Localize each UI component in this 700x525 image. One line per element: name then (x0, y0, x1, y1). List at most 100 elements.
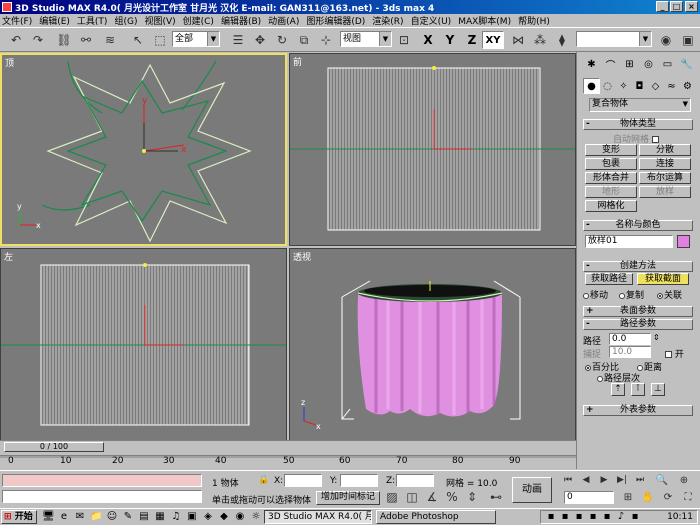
scatter-button[interactable]: 分散 (639, 144, 691, 156)
menu-maxscript[interactable]: MAX脚本(M) (458, 14, 511, 27)
object-color-swatch[interactable] (677, 235, 690, 248)
hierarchy-tab-icon[interactable]: ⊞ (621, 56, 638, 72)
axis-xy-button[interactable]: XY (482, 31, 504, 49)
track-bar[interactable]: 0 10 20 30 40 50 60 70 80 90 (0, 455, 576, 470)
maximize-viewport-icon[interactable]: ⛶ (680, 489, 696, 505)
spinner-icon[interactable]: ⇕ (653, 333, 660, 342)
select-arrow-icon[interactable]: ↖ (128, 30, 148, 50)
instance-radio[interactable]: 关联 (657, 288, 682, 301)
region-select-icon[interactable]: ⬚ (150, 30, 170, 50)
menu-customize[interactable]: 自定义(U) (411, 14, 452, 27)
task-3dsmax[interactable]: 3D Studio MAX R4.0( 月 (264, 510, 372, 524)
mesher-button[interactable]: 网格化 (585, 200, 637, 212)
tray-icon[interactable]: ▪ (573, 511, 585, 523)
arc-rotate-icon[interactable]: ⟳ (660, 489, 676, 505)
pivot-center-icon[interactable]: ⊡ (394, 30, 414, 50)
prev-frame-icon[interactable]: ◀ (578, 473, 594, 487)
menu-create[interactable]: 创建(C) (183, 14, 214, 27)
motion-tab-icon[interactable]: ◎ (640, 56, 657, 72)
calc-icon[interactable]: ▦ (154, 511, 166, 523)
modify-tab-icon[interactable]: ⌒ (602, 56, 619, 72)
object-type-rollout[interactable]: - 物体类型 (583, 119, 693, 130)
pivot-icon[interactable]: ⊹ (316, 30, 336, 50)
viewport-perspective[interactable]: 透视 x z (289, 248, 576, 441)
utilities-tab-icon[interactable]: 🔧 (678, 56, 695, 72)
axis-z-button[interactable]: Z (462, 31, 482, 49)
get-shape-button[interactable]: 获取截面 (637, 273, 689, 285)
menu-modifiers[interactable]: 编辑器(B) (221, 14, 261, 27)
systems-icon[interactable]: ⚙ (679, 78, 696, 94)
bind-spacewarp-icon[interactable]: ≋ (100, 30, 120, 50)
tray-icon[interactable]: ▪ (587, 511, 599, 523)
cameras-icon[interactable]: ◘ (631, 78, 648, 94)
goto-end-icon[interactable]: ⏭ (632, 473, 648, 487)
axis-y-button[interactable]: Y (440, 31, 460, 49)
z-coord-input[interactable] (396, 474, 434, 487)
mail-icon[interactable]: ✉ (74, 511, 86, 523)
distance-radio[interactable]: 距离 (637, 360, 662, 373)
redo-icon[interactable]: ↷ (28, 30, 48, 50)
material-editor-icon[interactable]: ◉ (656, 30, 676, 50)
desktop-icon[interactable]: 🖥 (42, 511, 55, 523)
app-icon[interactable]: ◈ (202, 511, 214, 523)
ie-icon[interactable]: e (58, 511, 70, 523)
undo-icon[interactable]: ↶ (6, 30, 26, 50)
time-slider[interactable]: 0 / 100 (0, 440, 576, 453)
rotate-icon[interactable]: ↻ (272, 30, 292, 50)
viewport-front[interactable]: 前 (289, 53, 576, 246)
menu-graph-editors[interactable]: 图形编辑器(D) (306, 14, 365, 27)
scale-icon[interactable]: ⧉ (294, 30, 314, 50)
next-shape-icon[interactable]: ⊥ (651, 383, 665, 396)
tray-icon[interactable]: ▪ (559, 511, 571, 523)
spacewarps-icon[interactable]: ≈ (663, 78, 680, 94)
render-icon[interactable]: ▣ (678, 30, 698, 50)
current-frame-input[interactable]: 0 (564, 491, 614, 504)
lock-icon[interactable]: 🔒 (258, 475, 269, 485)
surface-params-rollout[interactable]: + 表面参数 (583, 306, 693, 317)
start-button[interactable]: ⊞ 开始 (1, 510, 37, 524)
shapes-icon[interactable]: ◌ (599, 78, 616, 94)
menu-animation[interactable]: 动画(A) (268, 14, 299, 27)
unlink-icon[interactable]: ⚯ (76, 30, 96, 50)
menu-views[interactable]: 视图(V) (144, 14, 175, 27)
selection-filter-dropdown[interactable]: 全部 ▼ (172, 31, 220, 47)
creation-method-rollout[interactable]: - 创建方法 (583, 261, 693, 272)
app-icon[interactable]: ☼ (250, 511, 262, 523)
menu-tools[interactable]: 工具(T) (77, 14, 108, 27)
pick-shape-icon[interactable]: ⇡ (611, 383, 625, 396)
get-path-button[interactable]: 获取路径 (585, 273, 633, 285)
object-name-input[interactable]: 放样01 (585, 235, 673, 248)
notepad-icon[interactable]: ▤ (138, 511, 150, 523)
animate-button[interactable]: 动画 (512, 477, 552, 503)
zoom-icon[interactable]: 🔍 (654, 473, 670, 487)
prev-shape-icon[interactable]: ⊺ (631, 383, 645, 396)
spinner-snap-icon[interactable]: ⇕ (464, 489, 480, 505)
geometry-icon[interactable]: ● (583, 78, 600, 94)
menu-rendering[interactable]: 渲染(R) (372, 14, 403, 27)
move-icon[interactable]: ✥ (250, 30, 270, 50)
task-photoshop[interactable]: Adobe Photoshop (376, 510, 496, 524)
mirror-icon[interactable]: ⋈ (508, 30, 528, 50)
key-mode-icon[interactable]: ⊷ (488, 489, 504, 505)
y-coord-input[interactable] (340, 474, 378, 487)
snap-value-input[interactable]: 10.0 (609, 346, 651, 358)
maxscript-listener[interactable] (2, 474, 202, 487)
select-by-name-icon[interactable]: ☰ (228, 30, 248, 50)
link-icon[interactable]: ⛓ (54, 30, 74, 50)
connect-button[interactable]: 连接 (639, 158, 691, 170)
percent-snap-icon[interactable]: % (444, 489, 460, 505)
path-value-input[interactable]: 0.0 (609, 333, 651, 345)
tray-icon[interactable]: ▪ (601, 511, 613, 523)
menu-group[interactable]: 组(G) (114, 14, 137, 27)
axis-x-button[interactable]: X (418, 31, 438, 49)
morph-button[interactable]: 变形 (585, 144, 637, 156)
app-icon[interactable]: ◆ (218, 511, 230, 523)
tray-icon[interactable]: ▪ (545, 511, 557, 523)
media-icon[interactable]: ♫ (170, 511, 182, 523)
viewport-top[interactable]: 顶 x y x y (0, 53, 287, 246)
named-selection-dropdown[interactable]: ▼ (576, 31, 652, 47)
shapemerge-button[interactable]: 形体合并 (585, 172, 637, 184)
explorer-icon[interactable]: ▣ (186, 511, 198, 523)
tray-icon[interactable]: ▪ (629, 511, 641, 523)
move-radio[interactable]: 移动 (583, 288, 608, 301)
